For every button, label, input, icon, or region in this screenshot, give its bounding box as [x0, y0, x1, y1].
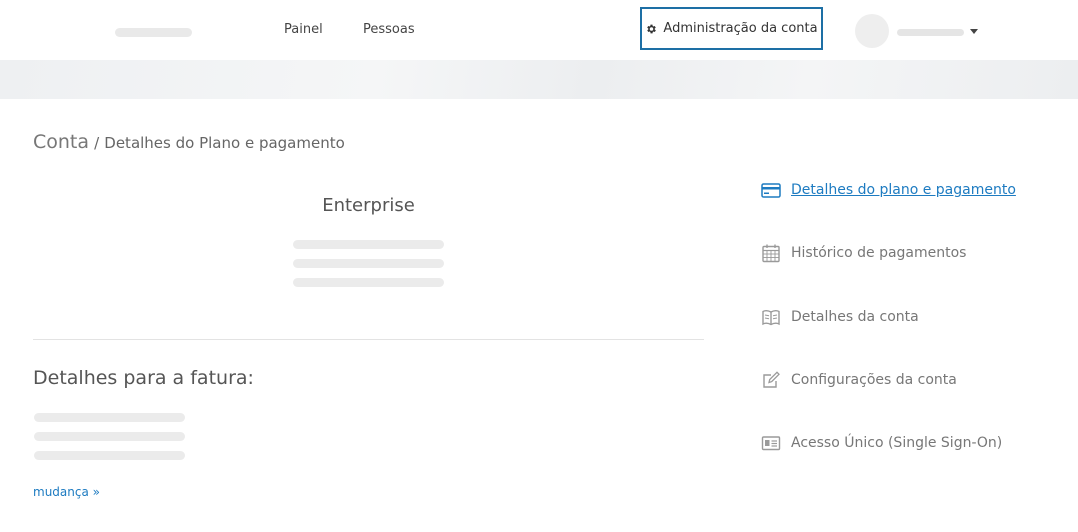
calendar-icon [762, 244, 780, 263]
account-admin-button[interactable]: Administração da conta [640, 7, 823, 50]
edit-icon [763, 371, 780, 388]
caret-down-icon[interactable] [970, 29, 978, 34]
plan-detail-placeholder [293, 240, 444, 249]
sidebar-item-account-settings[interactable]: Configurações da conta [761, 370, 957, 390]
user-name-placeholder[interactable] [897, 29, 964, 36]
breadcrumb-root[interactable]: Conta [33, 131, 89, 153]
user-avatar[interactable] [855, 14, 889, 48]
breadcrumb: Conta / Detalhes do Plano e pagamento [33, 131, 345, 153]
nav-painel-link[interactable]: Painel [284, 22, 323, 37]
invoice-detail-placeholder [34, 451, 185, 460]
breadcrumb-separator: / [94, 134, 100, 152]
plan-detail-placeholder [293, 259, 444, 268]
plan-detail-placeholder [293, 278, 444, 287]
sidebar-item-account-details[interactable]: Detalhes da conta [761, 307, 919, 327]
sidebar-item-plan-payment[interactable]: Detalhes do plano e pagamento [761, 180, 1016, 200]
invoice-detail-placeholder [34, 413, 185, 422]
sidebar-item-label: Acesso Único (Single Sign-On) [791, 435, 1003, 451]
sidebar-item-label: Detalhes da conta [791, 309, 919, 325]
nav-pessoas-link[interactable]: Pessoas [363, 22, 415, 37]
gear-icon [647, 24, 657, 33]
sidebar-item-label: Detalhes do plano e pagamento [791, 182, 1016, 198]
change-invoice-link[interactable]: mudança » [33, 485, 100, 499]
sidebar-item-single-sign-on[interactable]: Acesso Único (Single Sign-On) [761, 433, 1002, 453]
invoice-details-title: Detalhes para a fatura: [33, 367, 254, 389]
section-divider [33, 339, 704, 340]
top-navigation-bar: Painel Pessoas Administração da conta [0, 0, 1078, 60]
page-banner [0, 60, 1078, 99]
plan-name: Enterprise [322, 195, 415, 216]
invoice-detail-placeholder [34, 432, 185, 441]
sidebar-item-label: Configurações da conta [791, 372, 957, 388]
logo-placeholder[interactable] [115, 28, 192, 37]
book-icon [762, 310, 780, 326]
breadcrumb-current: Detalhes do Plano e pagamento [104, 134, 345, 152]
credit-card-icon [761, 183, 781, 198]
account-admin-label: Administração da conta [663, 21, 818, 36]
id-card-icon [761, 436, 781, 451]
sidebar-item-label: Histórico de pagamentos [791, 245, 967, 261]
sidebar-item-payment-history[interactable]: Histórico de pagamentos [761, 243, 966, 263]
